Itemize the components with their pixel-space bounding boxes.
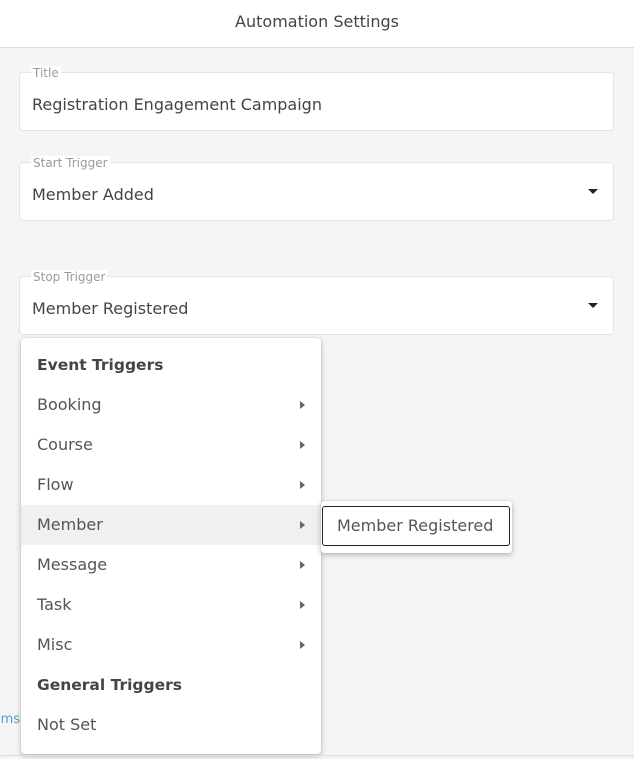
menu-item-label: Course <box>37 435 93 454</box>
divider <box>0 755 634 756</box>
general-triggers-header: General Triggers <box>37 676 182 694</box>
chevron-right-icon <box>300 401 305 409</box>
background-link[interactable]: ms <box>0 712 20 727</box>
menu-item-misc[interactable]: Misc <box>21 625 321 665</box>
menu-item-booking[interactable]: Booking <box>21 385 321 425</box>
stop-trigger-value: Member Registered <box>32 299 189 318</box>
stop-trigger-select[interactable]: Stop Trigger Member Registered <box>19 270 614 335</box>
menu-item-flow[interactable]: Flow <box>21 465 321 505</box>
dialog-header: Automation Settings <box>0 0 634 48</box>
title-field-value[interactable]: Registration Engagement Campaign <box>32 95 322 114</box>
start-trigger-value: Member Added <box>32 185 154 204</box>
start-trigger-select[interactable]: Start Trigger Member Added <box>19 156 614 221</box>
menu-item-message[interactable]: Message <box>21 545 321 585</box>
event-triggers-header: Event Triggers <box>37 356 164 374</box>
chevron-right-icon <box>300 481 305 489</box>
caret-down-icon[interactable] <box>588 303 598 308</box>
title-field-label: Title <box>31 66 61 80</box>
chevron-right-icon <box>300 441 305 449</box>
member-submenu: Member Registered <box>321 501 512 553</box>
menu-item-task[interactable]: Task <box>21 585 321 625</box>
chevron-right-icon <box>300 601 305 609</box>
menu-item-label: Message <box>37 555 108 574</box>
start-trigger-label: Start Trigger <box>31 156 110 170</box>
menu-item-label: Task <box>37 595 72 614</box>
title-field[interactable]: Title Registration Engagement Campaign <box>19 66 614 131</box>
menu-item-label: Flow <box>37 475 74 494</box>
caret-down-icon[interactable] <box>588 189 598 194</box>
menu-item-label: Member <box>37 515 103 534</box>
stop-trigger-label: Stop Trigger <box>31 270 108 284</box>
chevron-right-icon <box>300 561 305 569</box>
trigger-dropdown-menu: Event Triggers Booking Course Flow Membe… <box>21 338 321 754</box>
page-title: Automation Settings <box>235 12 399 31</box>
chevron-right-icon <box>300 521 305 529</box>
chevron-right-icon <box>300 641 305 649</box>
menu-item-course[interactable]: Course <box>21 425 321 465</box>
menu-item-label: Booking <box>37 395 102 414</box>
menu-item-member[interactable]: Member <box>21 505 321 545</box>
menu-item-label: Misc <box>37 635 73 654</box>
submenu-item-member-registered[interactable]: Member Registered <box>322 506 510 546</box>
menu-item-not-set[interactable]: Not Set <box>21 705 321 745</box>
